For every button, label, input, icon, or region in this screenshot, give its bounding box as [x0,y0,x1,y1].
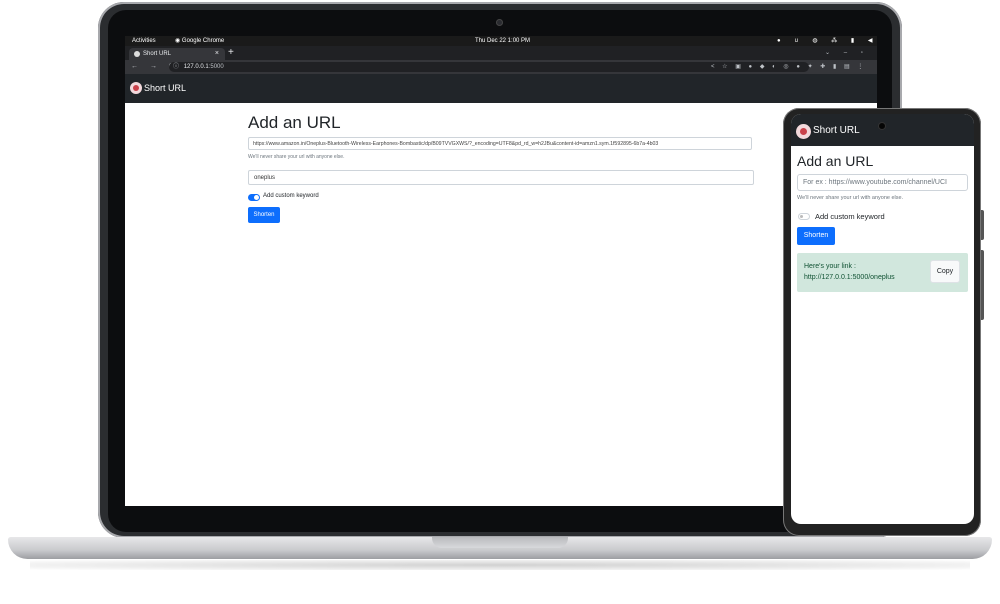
laptop-shadow [30,560,970,570]
phone-camera [879,123,885,129]
mobile-custom-keyword-label[interactable]: Add custom keyword [815,212,885,221]
clock[interactable]: Thu Dec 22 1:00 PM [475,36,530,46]
activities-button[interactable]: Activities [132,36,156,46]
phone-screen: Short URL Add an URL For ex : https://ww… [791,114,974,524]
browser-tab-bar: Short URL × ⌄ – ▫ × [125,46,877,70]
result-alert: Here's your link : http://127.0.0.1:5000… [797,253,968,292]
mobile-brand-name[interactable]: Short URL [813,123,860,139]
shorten-button[interactable]: Shorten [248,207,280,223]
system-tray-icons[interactable]: ● ∪ ◍ ⁂ ▮ ◀ ⏻ [777,36,877,46]
brand-logo-icon[interactable] [130,82,142,94]
tab-title: Short URL [143,51,172,57]
laptop-base-notch [432,537,568,548]
browser-toolbar: ← → C ⓘ 127.0.0.1:5000 < ☆ ▣ ● ◆ ◐ ◎ ● ✦… [125,60,877,74]
chrome-app-menu[interactable]: ◉ Google Chrome [175,36,224,46]
chrome-icon: ◉ [175,38,182,44]
url-port: :5000 [208,64,224,70]
url-host: 127.0.0.1 [183,64,209,70]
os-top-bar: Activities ◉ Google Chrome Thu Dec 22 1:… [125,36,877,46]
mobile-navbar: Short URL [791,114,974,146]
mobile-page-title: Add an URL [797,153,874,169]
keyword-input[interactable]: oneplus [248,170,754,185]
site-info-icon[interactable]: ⓘ [173,64,179,70]
app-navbar: Short URL [125,74,877,103]
laptop-camera [496,19,503,26]
favicon-icon [134,51,140,57]
mobile-url-help-text: We'll never share your url with anyone e… [797,195,904,201]
brand-name[interactable]: Short URL [144,80,186,96]
custom-keyword-label[interactable]: Add custom keyword [263,193,319,199]
laptop-screen: Activities ◉ Google Chrome Thu Dec 22 1:… [125,36,877,506]
copy-button[interactable]: Copy [930,260,960,283]
mobile-custom-keyword-toggle[interactable] [798,213,810,220]
url-input[interactable]: https://www.amazon.in/Oneplus-Bluetooth-… [248,137,752,150]
result-link[interactable]: http://127.0.0.1:5000/oneplus [804,274,895,281]
phone-power-button [981,210,984,240]
phone-volume-button [981,250,984,320]
page-title: Add an URL [248,113,341,132]
mobile-brand-logo-icon[interactable] [796,124,811,139]
mobile-shorten-button[interactable]: Shorten [797,227,835,245]
app-name: Google Chrome [181,38,225,44]
desktop-form: Add an URL https://www.amazon.in/Oneplus… [248,103,756,303]
extension-icons[interactable]: < ☆ ▣ ● ◆ ◐ ◎ ● ✦ ✚ ▮ ▤ ⋮ [711,60,866,74]
custom-keyword-toggle[interactable] [248,194,260,201]
tab-close-icon[interactable]: × [215,48,219,60]
tab-short-url[interactable]: Short URL × [129,48,225,60]
mobile-url-input[interactable]: For ex : https://www.youtube.com/channel… [797,174,968,191]
result-label: Here's your link : [804,263,856,270]
url-help-text: We'll never share your url with anyone e… [248,154,345,160]
new-tab-button[interactable]: + [228,46,234,60]
